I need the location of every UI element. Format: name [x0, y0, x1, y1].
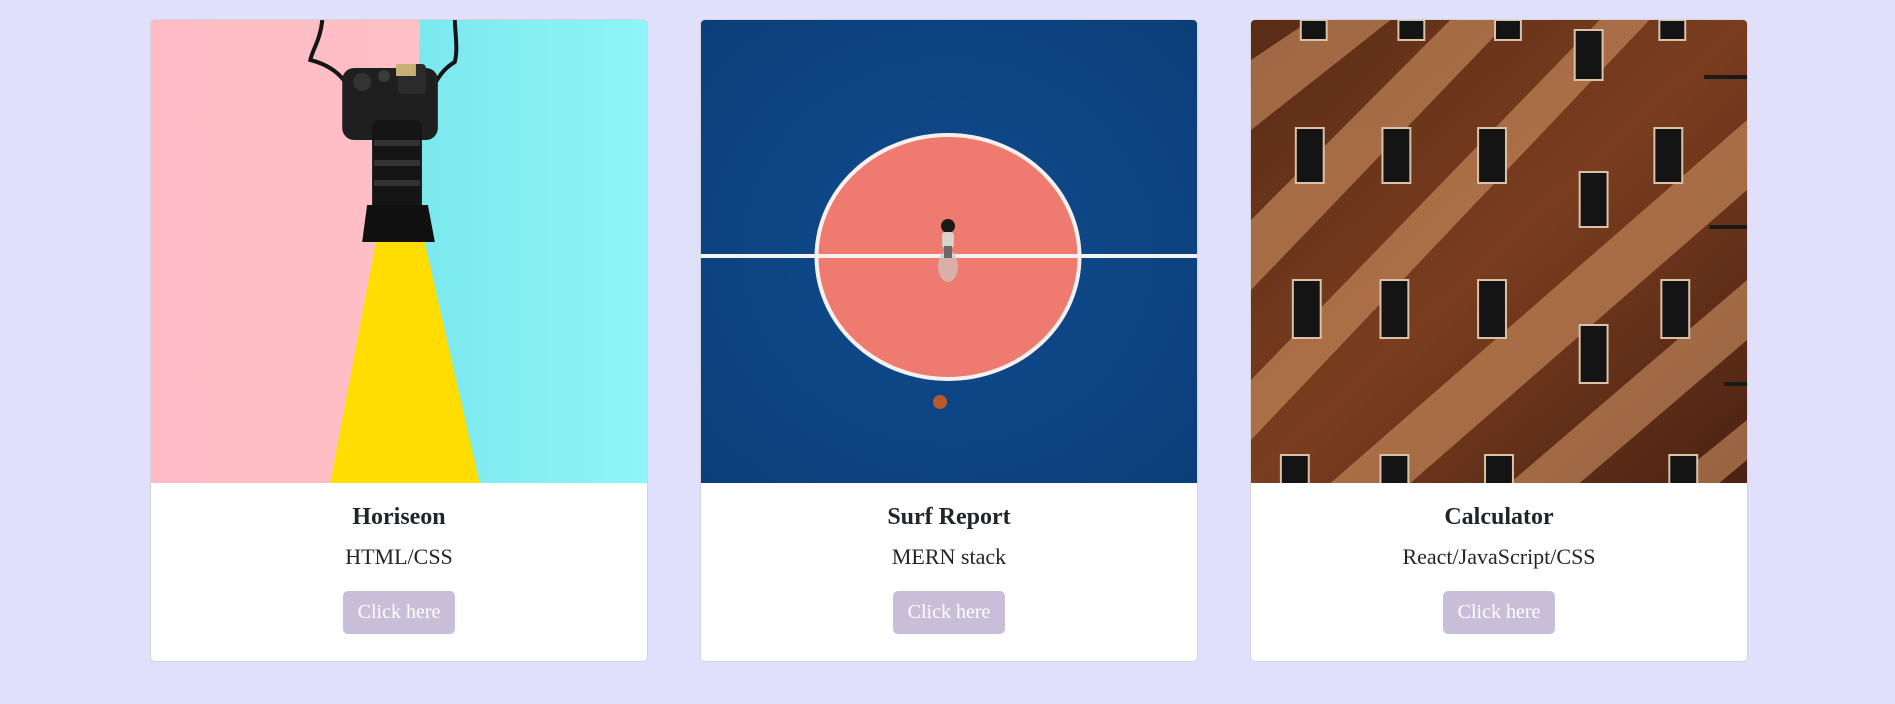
- project-tech: MERN stack: [891, 543, 1007, 569]
- project-tech: React/JavaScript/CSS: [1402, 543, 1596, 569]
- project-card-calculator: Calculator React/JavaScript/CSS Click he…: [1250, 19, 1748, 662]
- project-image-camera: [151, 20, 647, 483]
- project-image-building: [1251, 20, 1747, 483]
- click-here-button[interactable]: Click here: [1442, 591, 1556, 635]
- click-here-button[interactable]: Click here: [892, 591, 1006, 635]
- project-title: Horiseon: [352, 504, 446, 530]
- project-cards: Horiseon HTML/CSS Click here Surf Report…: [150, 19, 1748, 662]
- project-image-court: [701, 20, 1197, 483]
- project-title: Surf Report: [887, 504, 1011, 530]
- click-here-button[interactable]: Click here: [342, 591, 456, 635]
- project-card-horiseon: Horiseon HTML/CSS Click here: [150, 19, 648, 662]
- project-tech: HTML/CSS: [345, 543, 453, 569]
- project-card-surf-report: Surf Report MERN stack Click here: [700, 19, 1198, 662]
- project-title: Calculator: [1444, 504, 1554, 530]
